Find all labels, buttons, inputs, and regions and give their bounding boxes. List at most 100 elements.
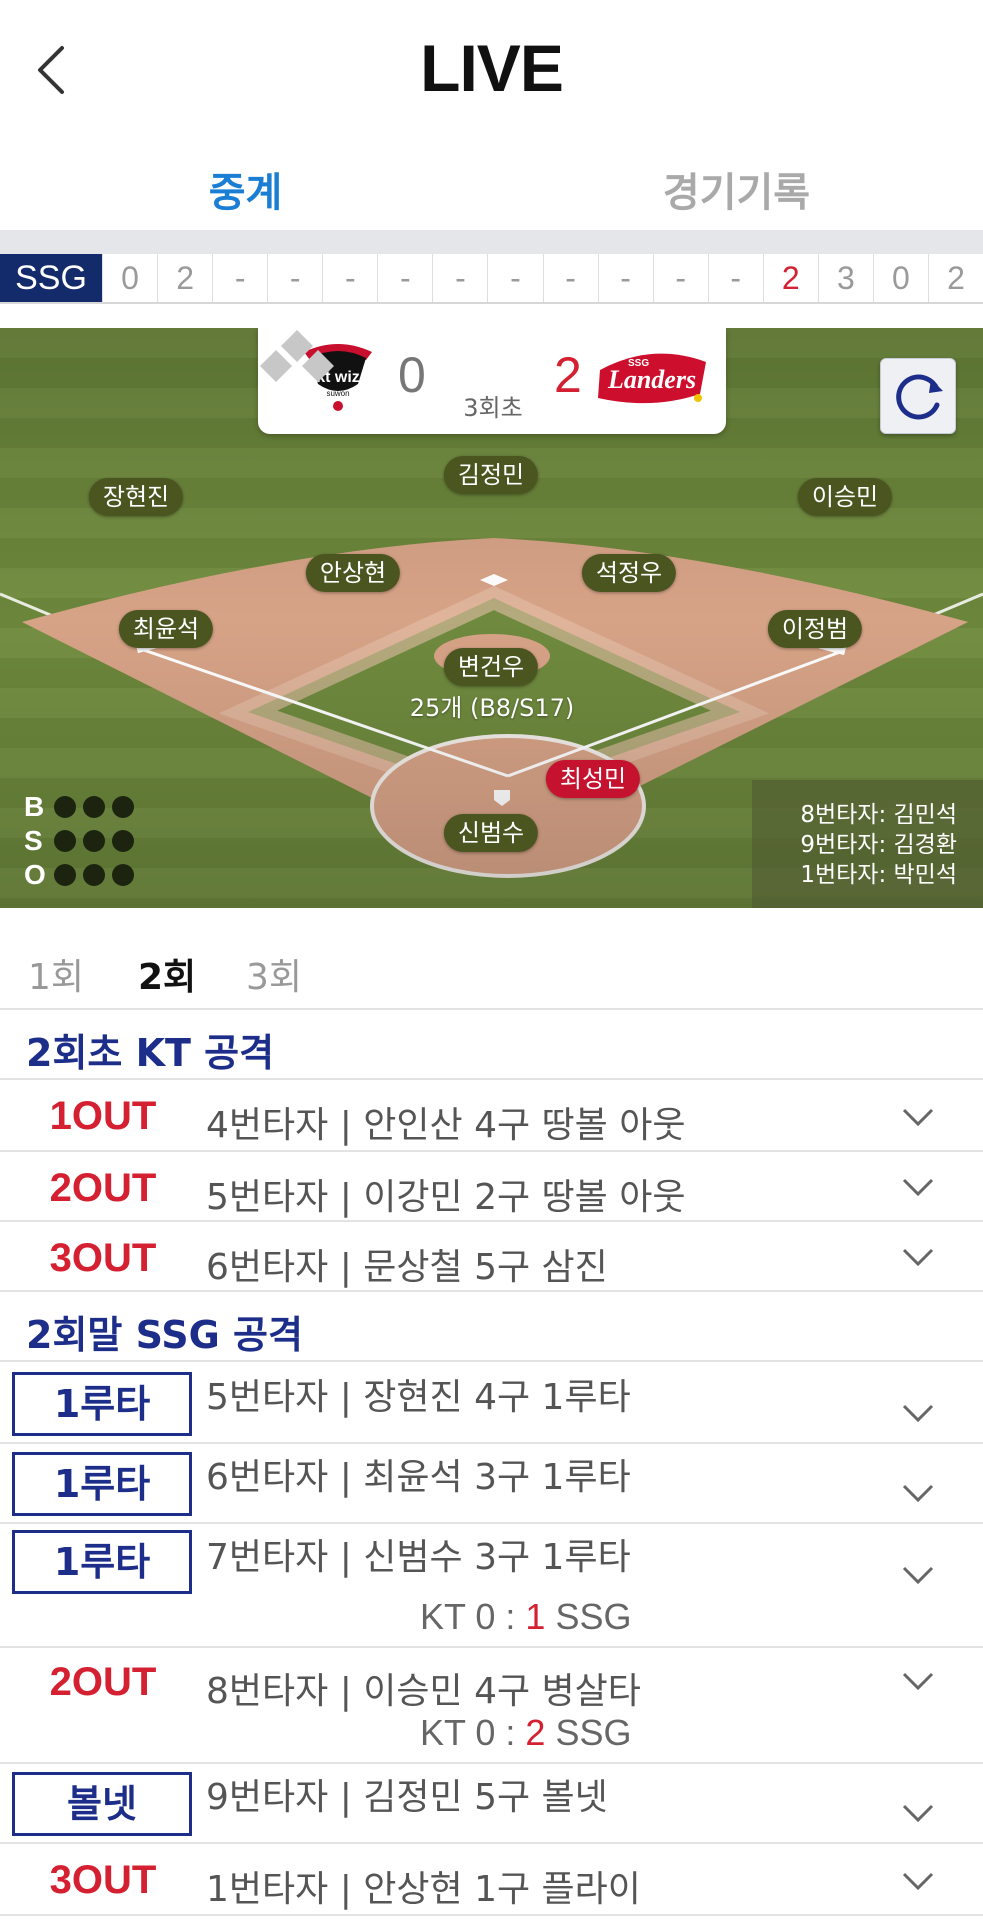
play-result: 3OUT [49,1236,157,1280]
inning-tab-1[interactable]: 1회 [28,948,84,1000]
score-cell: - [432,254,487,302]
score-cell: - [542,254,598,302]
play-row[interactable]: 1루타 6번타자 | 최윤석 3구 1루타 [0,1444,983,1524]
chevron-down-icon[interactable] [900,1402,936,1426]
out-dot [112,864,134,886]
score-update: KT 0 : 2 SSG [420,1712,632,1754]
strike-label: S [24,825,43,856]
ball-dot [83,796,105,818]
chevron-down-icon[interactable] [900,1482,936,1506]
baseball-field: kt wiz suwon 0 3회초 2 SSG Landers 김정민 장현진… [0,328,983,908]
pitch-count: 25개 (B8/S17) [409,694,575,722]
inning-tabs: 1회 2회 3회 [0,908,983,1010]
section-header-bottom-2: 2회말 SSG 공격 [0,1292,983,1362]
play-text: 9번타자 | 김정민 5구 볼넷 [206,1777,608,1818]
play-text: 5번타자 | 이강민 2구 땅볼 아웃 [206,1177,686,1218]
out-dot [83,864,105,886]
current-inning: 3회초 [463,394,523,422]
chevron-down-icon[interactable] [900,1564,936,1588]
score-cell: - [212,254,267,302]
fielder-shortstop: 안상현 [305,554,401,592]
score-run: 2 [525,1712,546,1753]
out-label: O [24,859,46,890]
play-row[interactable]: 3OUT 1번타자 | 안상현 1구 플라이 [0,1844,983,1916]
out-count: O [24,858,141,892]
next-batters-panel: 8번타자: 김민석 9번타자: 김경환 1번타자: 박민석 [752,780,983,908]
page-title: LIVE [420,31,564,105]
play-text: 5번타자 | 장현진 4구 1루타 [206,1377,631,1418]
ssg-landers-logo: SSG Landers [594,340,710,412]
next-batter: 8번타자: 김민석 [800,802,957,828]
play-result: 2OUT [49,1660,157,1704]
score-cell: 0 [872,254,928,302]
ball-dot [112,796,134,818]
play-row[interactable]: 1루타 7번타자 | 신범수 3구 1루타 KT 0 : 1 SSG [0,1524,983,1648]
refresh-button[interactable] [880,358,956,434]
base-runner-diamond-icon [260,330,334,382]
play-text: 6번타자 | 문상철 5구 삼진 [206,1247,608,1288]
play-text: 8번타자 | 이승민 4구 병살타 [206,1671,641,1712]
fielder-second: 석정우 [581,554,677,592]
catcher: 신범수 [443,814,539,852]
fielder-third: 최윤석 [118,610,214,648]
chevron-down-icon[interactable] [900,1870,936,1894]
section-title: 2회초 KT 공격 [26,1031,275,1075]
score-cell: - [652,254,708,302]
section-header-top-2: 2회초 KT 공격 [0,1010,983,1080]
play-row[interactable]: 1루타 5번타자 | 장현진 4구 1루타 [0,1364,983,1444]
play-row[interactable]: 2OUT 5번타자 | 이강민 2구 땅볼 아웃 [0,1152,983,1222]
strike-dot [83,830,105,852]
play-result: 2OUT [49,1166,157,1210]
play-result-badge: 볼넷 [12,1772,192,1836]
play-result: 1OUT [49,1094,157,1138]
fielder-first: 이정범 [767,610,863,648]
fielder-right: 이승민 [797,478,893,516]
runner: 최성민 [545,760,641,798]
svg-text:suwon: suwon [326,389,349,398]
score-sep: : [505,1712,516,1753]
fielder-left: 장현진 [88,478,184,516]
score-cell: - [267,254,322,302]
refresh-icon [896,374,943,420]
chevron-down-icon[interactable] [900,1670,936,1694]
section-title: 2회말 SSG 공격 [26,1313,303,1357]
score-cell: 0 [102,254,157,302]
play-row[interactable]: 볼넷 9번타자 | 김정민 5구 볼넷 [0,1764,983,1844]
chevron-down-icon[interactable] [900,1246,936,1270]
ball-label: B [24,791,45,822]
main-tabs: 중계 경기기록 [0,140,983,230]
tab-broadcast[interactable]: 중계 [0,160,491,218]
score-cell: 2 [762,254,818,302]
score-away: KT 0 [420,1712,496,1753]
play-result-badge: 1루타 [12,1530,192,1594]
chevron-down-icon[interactable] [900,1176,936,1200]
pitcher: 변건우 [443,648,539,686]
strike-count: S [24,824,141,858]
score-run: 1 [525,1596,546,1637]
play-text: 7번타자 | 신범수 3구 1루타 [206,1537,631,1578]
inning-tab-2[interactable]: 2회 [138,948,196,1000]
ball-dot [54,796,76,818]
play-row[interactable]: 1OUT 4번타자 | 안인산 4구 땅볼 아웃 [0,1080,983,1152]
score-cell: 2 [927,254,983,302]
away-score: 0 [398,347,426,403]
divider-band [0,230,983,254]
chevron-down-icon[interactable] [900,1802,936,1826]
chevron-down-icon[interactable] [900,1106,936,1130]
next-batter: 1번타자: 박민석 [800,862,957,888]
inning-tab-3[interactable]: 3회 [246,948,302,1000]
strike-dot [54,830,76,852]
tab-game-record[interactable]: 경기기록 [491,160,982,218]
header: LIVE [0,0,983,140]
play-text: 6번타자 | 최윤석 3구 1루타 [206,1457,631,1498]
score-sep: : [505,1596,516,1637]
score-cell: - [597,254,653,302]
play-row[interactable]: 3OUT 6번타자 | 문상철 5구 삼진 [0,1222,983,1292]
next-batter: 9번타자: 김경환 [800,832,957,858]
game-score-card: kt wiz suwon 0 3회초 2 SSG Landers [258,328,726,434]
play-result-badge: 1루타 [12,1452,192,1516]
score-cell: - [707,254,763,302]
play-text: 1번타자 | 안상현 1구 플라이 [206,1869,641,1910]
play-result: 3OUT [49,1858,157,1902]
play-row[interactable]: 2OUT 8번타자 | 이승민 4구 병살타 KT 0 : 2 SSG [0,1648,983,1764]
